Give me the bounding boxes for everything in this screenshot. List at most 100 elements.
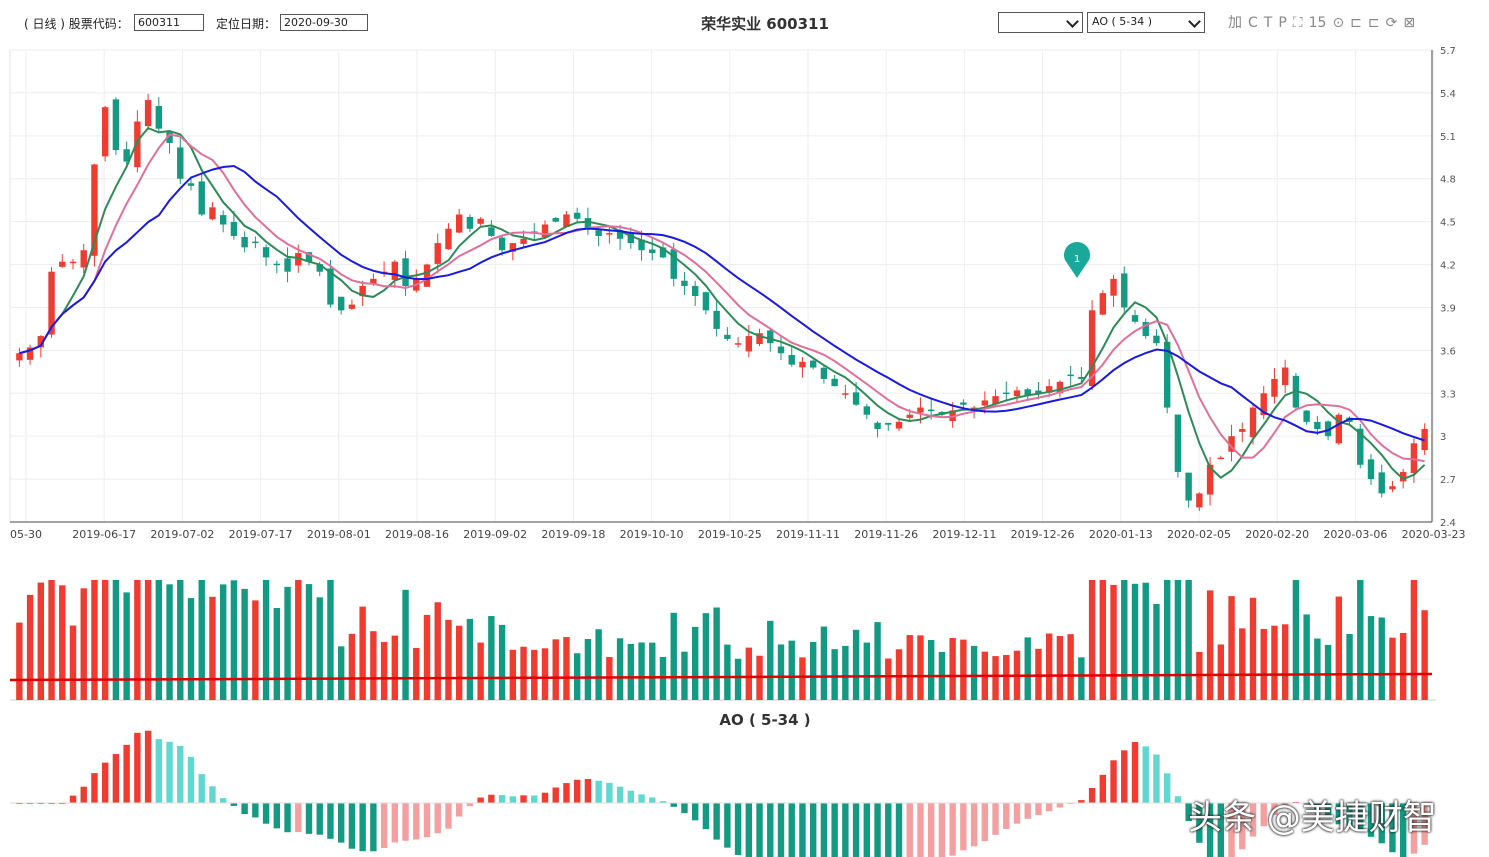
candle — [423, 264, 431, 287]
volume-bar — [820, 626, 828, 700]
y-tick-label: 2.4 — [1440, 518, 1456, 529]
volume-bar — [488, 616, 495, 700]
ao-bar — [284, 803, 291, 833]
volume-bar — [1185, 580, 1192, 700]
volume-bar — [616, 638, 624, 700]
ao-bar — [1056, 803, 1064, 808]
ao-bar — [219, 798, 227, 803]
x-tick-label: 2019-12-26 — [1011, 528, 1075, 541]
candle — [101, 107, 109, 157]
candle — [1067, 374, 1074, 377]
volume-bar — [509, 649, 517, 700]
volume-bar — [895, 649, 903, 700]
ao-bar — [713, 803, 720, 840]
volume-bar — [627, 643, 635, 700]
candle — [177, 147, 184, 179]
ao-bar — [681, 803, 688, 814]
candle — [1196, 493, 1203, 508]
candle — [1131, 315, 1139, 322]
volume-bar — [531, 649, 538, 700]
ao-bar — [1003, 803, 1010, 829]
volume-bar — [734, 658, 742, 700]
volume-bar — [917, 635, 924, 700]
candle — [917, 407, 924, 413]
volume-bar — [670, 612, 677, 700]
volume-bar — [295, 580, 302, 700]
x-tick-label: 2019-09-18 — [541, 528, 605, 541]
ao-bar — [831, 803, 838, 857]
volume-bar — [842, 645, 849, 700]
volume-bar — [541, 648, 549, 700]
ao-bar — [91, 773, 98, 803]
candle — [573, 212, 581, 219]
candle — [681, 280, 688, 286]
candle — [1217, 457, 1225, 460]
candle — [112, 99, 120, 151]
ao-bar — [874, 803, 881, 857]
volume-bar — [402, 589, 409, 700]
volume-bar — [1239, 628, 1246, 700]
candle — [488, 227, 495, 236]
ao-bar — [509, 796, 517, 803]
volume-bar — [1324, 644, 1332, 700]
ao-bar — [1110, 760, 1117, 803]
candle — [767, 330, 774, 344]
volume-bar — [123, 592, 130, 700]
ao-bar — [1174, 796, 1182, 803]
ma-blue-line — [19, 164, 1425, 442]
volume-bar — [1131, 583, 1139, 700]
ao-bar — [885, 803, 892, 857]
volume-bar — [359, 606, 366, 700]
volume-bar — [327, 580, 334, 700]
volume-bar — [1228, 596, 1235, 700]
ao-bar — [402, 803, 409, 841]
volume-bar — [241, 588, 248, 700]
candle — [691, 285, 699, 297]
candle — [1378, 472, 1385, 494]
volume-bar — [1099, 580, 1107, 700]
candle — [434, 243, 441, 264]
ao-bar — [209, 786, 216, 803]
candle — [69, 261, 77, 264]
volume-bar — [1163, 580, 1171, 700]
ao-bar — [1142, 746, 1149, 803]
ao-bar — [101, 762, 109, 803]
volume-bar — [1378, 617, 1385, 700]
volume-bar — [445, 619, 452, 700]
indicator-title: AO ( 5-34 ) — [719, 711, 811, 729]
ao-bar — [563, 783, 570, 803]
ao-bar — [305, 803, 313, 834]
volume-bar — [1206, 590, 1214, 700]
ao-bar — [1045, 803, 1053, 812]
ao-bar — [359, 803, 366, 852]
candle — [241, 236, 248, 248]
candle — [927, 409, 935, 412]
volume-bar — [1281, 624, 1289, 700]
volume-bar — [1142, 582, 1149, 700]
candle — [1303, 410, 1310, 422]
volume-bar — [906, 635, 913, 700]
candle — [284, 258, 291, 272]
volume-bar — [337, 646, 345, 700]
ao-bar — [262, 803, 270, 824]
volume-bar — [927, 640, 935, 700]
ao-bar — [198, 774, 205, 803]
ao-bar — [917, 803, 924, 857]
y-tick-label: 5.7 — [1440, 46, 1456, 57]
volume-bar — [649, 642, 656, 700]
ao-bar — [1121, 750, 1128, 803]
volume-bar — [477, 642, 484, 700]
ao-bar — [573, 779, 581, 803]
candle — [734, 343, 742, 345]
volume-bar — [1056, 635, 1064, 700]
volume-bar — [681, 651, 688, 700]
ao-bar — [531, 795, 538, 803]
volume-bar — [466, 618, 474, 700]
candle — [842, 393, 849, 395]
ao-bar — [134, 732, 141, 803]
volume-bar — [885, 658, 892, 700]
volume-bar — [380, 642, 388, 700]
ao-bar — [981, 803, 989, 842]
ao-bar — [80, 786, 87, 803]
volume-bar — [91, 580, 98, 700]
